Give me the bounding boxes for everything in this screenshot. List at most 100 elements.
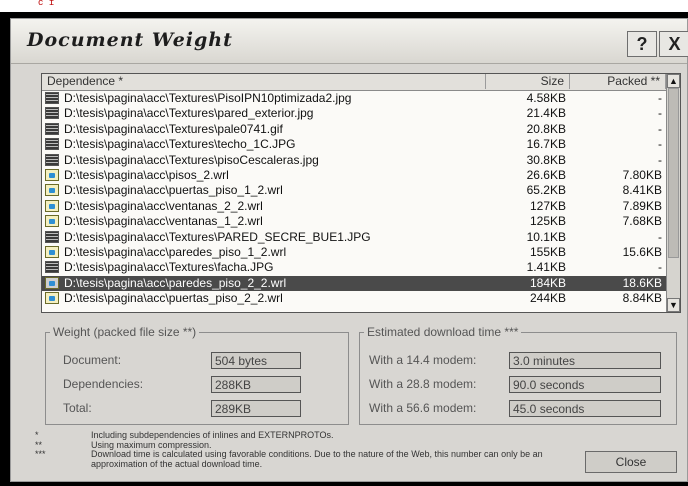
row-packed: - — [658, 137, 662, 152]
image-file-icon — [45, 92, 59, 104]
row-path: D:\tesis\pagina\acc\Textures\facha.JPG — [64, 260, 274, 275]
list-item[interactable]: D:\tesis\pagina\acc\Textures\pared_exter… — [42, 106, 666, 121]
strip-mark: ᴄ ɪ — [38, 0, 55, 8]
modem-56-6-label: With a 56.6 modem: — [369, 401, 477, 415]
row-size: 1.41KB — [526, 260, 566, 275]
row-size: 10.1KB — [526, 229, 566, 244]
list-item[interactable]: D:\tesis\pagina\acc\puertas_piso_1_2.wrl… — [42, 183, 666, 198]
help-button[interactable]: ? — [627, 31, 657, 57]
row-path: D:\tesis\pagina\acc\ventanas_1_2.wrl — [64, 214, 263, 229]
image-file-icon — [45, 122, 59, 135]
row-path: D:\tesis\pagina\acc\Textures\pared_exter… — [64, 106, 314, 121]
row-packed: 7.68KB — [622, 214, 662, 229]
close-window-button[interactable]: X — [659, 31, 688, 57]
list-rows: D:\tesis\pagina\acc\Textures\PisoIPN10pt… — [42, 91, 666, 306]
row-path: D:\tesis\pagina\acc\puertas_piso_2_2.wrl — [64, 291, 283, 306]
row-size: 127KB — [529, 198, 566, 213]
modem-28-8-label: With a 28.8 modem: — [369, 377, 477, 391]
wrl-file-icon — [45, 184, 59, 197]
row-size: 4.58KB — [526, 91, 566, 105]
footnotes: * Including subdependencies of inlines a… — [35, 430, 595, 469]
wrl-file-icon — [45, 245, 59, 258]
wrl-file-icon — [45, 215, 59, 228]
wrl-file-icon — [45, 292, 59, 305]
wrl-file-icon — [45, 276, 59, 289]
modem-28-8-value: 90.0 seconds — [509, 376, 661, 393]
row-packed: - — [658, 260, 662, 275]
footnote-text: Including subdependencies of inlines and… — [91, 430, 334, 440]
title-bar: Document Weight ? X — [11, 19, 688, 64]
row-packed: 7.80KB — [622, 167, 662, 182]
list-item[interactable]: D:\tesis\pagina\acc\paredes_piso_2_2.wrl… — [42, 275, 666, 292]
row-packed: - — [658, 152, 662, 167]
row-size: 16.7KB — [526, 137, 566, 152]
list-item[interactable]: D:\tesis\pagina\acc\paredes_piso_1_2.wrl… — [42, 245, 666, 260]
row-path: D:\tesis\pagina\acc\pisos_2.wrl — [64, 167, 229, 182]
row-path: D:\tesis\pagina\acc\Textures\PisoIPN10pt… — [64, 91, 352, 105]
row-packed: - — [658, 91, 662, 105]
row-packed: - — [658, 121, 662, 136]
image-file-icon — [45, 138, 59, 151]
dependencies-label: Dependencies: — [63, 377, 144, 391]
row-packed: 8.84KB — [622, 291, 662, 306]
row-size: 125KB — [529, 214, 566, 229]
row-size: 244KB — [529, 291, 566, 306]
list-item[interactable]: D:\tesis\pagina\acc\Textures\pale0741.gi… — [42, 122, 666, 137]
document-label: Document: — [63, 353, 122, 367]
row-path: D:\tesis\pagina\acc\paredes_piso_1_2.wrl — [64, 244, 287, 259]
window-title: Document Weight — [27, 29, 233, 51]
row-path: D:\tesis\pagina\acc\Textures\techo_1C.JP… — [64, 137, 296, 152]
list-item[interactable]: D:\tesis\pagina\acc\pisos_2.wrl 26.6KB 7.8… — [42, 168, 666, 183]
footnote-text: Download time is calculated using favora… — [91, 449, 543, 469]
row-packed: 18.6KB — [622, 275, 662, 290]
row-path: D:\tesis\pagina\acc\Textures\pale0741.gi… — [64, 121, 283, 136]
image-file-icon — [45, 261, 59, 274]
scroll-thumb[interactable] — [668, 88, 679, 258]
list-item[interactable]: D:\tesis\pagina\acc\Textures\PisoIPN10pt… — [42, 91, 666, 106]
list-item[interactable]: D:\tesis\pagina\acc\Textures\techo_1C.JP… — [42, 137, 666, 152]
modem-56-6-value: 45.0 seconds — [509, 400, 661, 417]
column-header-packed[interactable]: Packed ** — [570, 74, 666, 89]
row-path: D:\tesis\pagina\acc\Textures\pisoCescale… — [64, 152, 319, 167]
row-size: 21.4KB — [526, 106, 566, 121]
list-item[interactable]: D:\tesis\pagina\acc\Textures\PARED_SECRE… — [42, 230, 666, 245]
list-item[interactable]: D:\tesis\pagina\acc\ventanas_1_2.wrl 125K… — [42, 214, 666, 229]
row-size: 184KB — [529, 275, 566, 290]
close-button[interactable]: Close — [585, 451, 677, 473]
row-size: 30.8KB — [526, 152, 566, 167]
row-size: 65.2KB — [526, 183, 566, 198]
top-strip: ᴄ ɪ — [0, 0, 688, 12]
row-packed: 8.41KB — [622, 183, 662, 198]
total-label: Total: — [63, 401, 92, 415]
row-packed: - — [658, 106, 662, 121]
list-item[interactable]: D:\tesis\pagina\acc\puertas_piso_2_2.wrl… — [42, 291, 666, 306]
row-path: D:\tesis\pagina\acc\Textures\PARED_SECRE… — [64, 229, 371, 244]
column-header-size[interactable]: Size — [486, 74, 570, 89]
row-size: 155KB — [529, 244, 566, 259]
scroll-up-icon[interactable]: ▲ — [667, 74, 680, 88]
wrl-file-icon — [45, 199, 59, 212]
wrl-file-icon — [45, 168, 59, 181]
list-header: Dependence * Size Packed ** — [42, 74, 666, 91]
vertical-scrollbar[interactable]: ▲ ▼ — [666, 74, 680, 312]
row-size: 26.6KB — [526, 167, 566, 182]
image-file-icon — [45, 107, 59, 120]
column-header-dependence[interactable]: Dependence * — [42, 74, 486, 89]
row-path: D:\tesis\pagina\acc\ventanas_2_2.wrl — [64, 198, 263, 213]
image-file-icon — [45, 230, 59, 243]
modem-14-4-value: 3.0 minutes — [509, 352, 661, 369]
row-packed: 7.89KB — [622, 198, 662, 213]
list-item[interactable]: D:\tesis\pagina\acc\Textures\facha.JPG 1.… — [42, 260, 666, 275]
row-packed: 15.6KB — [622, 244, 662, 259]
dependence-list[interactable]: Dependence * Size Packed ** D:\tesis\pag… — [41, 73, 681, 313]
dependencies-value: 288KB — [211, 376, 301, 393]
weight-legend: Weight (packed file size **) — [53, 325, 197, 339]
row-path: D:\tesis\pagina\acc\puertas_piso_1_2.wrl — [64, 183, 283, 198]
scroll-down-icon[interactable]: ▼ — [667, 298, 680, 312]
document-weight-dialog: Document Weight ? X Dependence * Size Pa… — [10, 18, 688, 482]
footnote-text: Using maximum compression. — [91, 439, 212, 450]
list-item[interactable]: D:\tesis\pagina\acc\ventanas_2_2.wrl 127K… — [42, 199, 666, 214]
total-value: 289KB — [211, 400, 301, 417]
footnote-mark: *** — [35, 449, 46, 459]
list-item[interactable]: D:\tesis\pagina\acc\Textures\pisoCescale… — [42, 153, 666, 168]
